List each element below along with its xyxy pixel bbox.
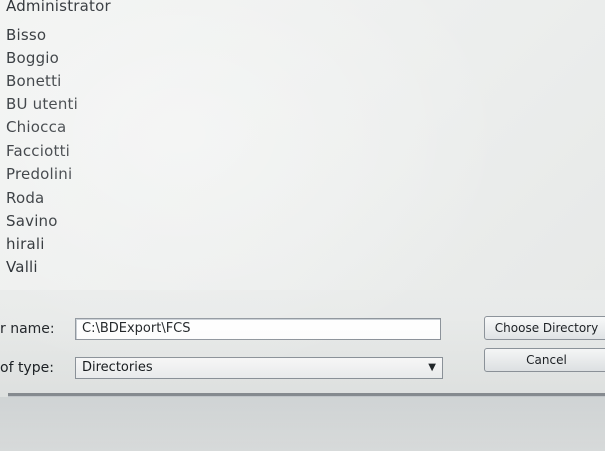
file-type-selected-value: Directories [82,360,153,375]
file-type-select[interactable]: Directories ▼ [75,357,443,379]
dropdown-arrow-icon[interactable]: ▼ [428,358,436,378]
directory-item-bu-utenti[interactable]: BU utenti [6,93,78,115]
directory-list[interactable]: Administrator Bisso Boggio Bonetti BU ut… [0,0,605,290]
dialog-controls-panel: r name: C:\BDExport\FCS of type: Directo… [0,290,605,451]
directory-item-savino[interactable]: Savino [6,210,58,232]
directory-item-chiocca[interactable]: Chiocca [6,116,66,138]
directory-item-bisso[interactable]: Bisso [6,24,46,46]
cancel-button[interactable]: Cancel [484,348,605,372]
file-name-label: r name: [0,321,55,337]
directory-item-roda[interactable]: Roda [6,187,44,209]
directory-item-boggio[interactable]: Boggio [6,47,59,69]
directory-item-valli[interactable]: Valli [6,256,38,278]
file-name-input[interactable]: C:\BDExport\FCS [75,318,441,340]
directory-item-facciotti[interactable]: Facciotti [6,140,70,162]
directory-item-predolini[interactable]: Predolini [6,163,72,185]
choose-directory-button[interactable]: Choose Directory [484,316,605,340]
directory-item-administrator[interactable]: Administrator [6,0,111,17]
directory-item-bonetti[interactable]: Bonetti [6,70,62,92]
directory-item-hirali[interactable]: hirali [6,233,45,255]
panel-bottom-strip [0,397,605,451]
file-type-label: of type: [0,360,54,376]
directory-chooser-dialog: Administrator Bisso Boggio Bonetti BU ut… [0,0,605,451]
